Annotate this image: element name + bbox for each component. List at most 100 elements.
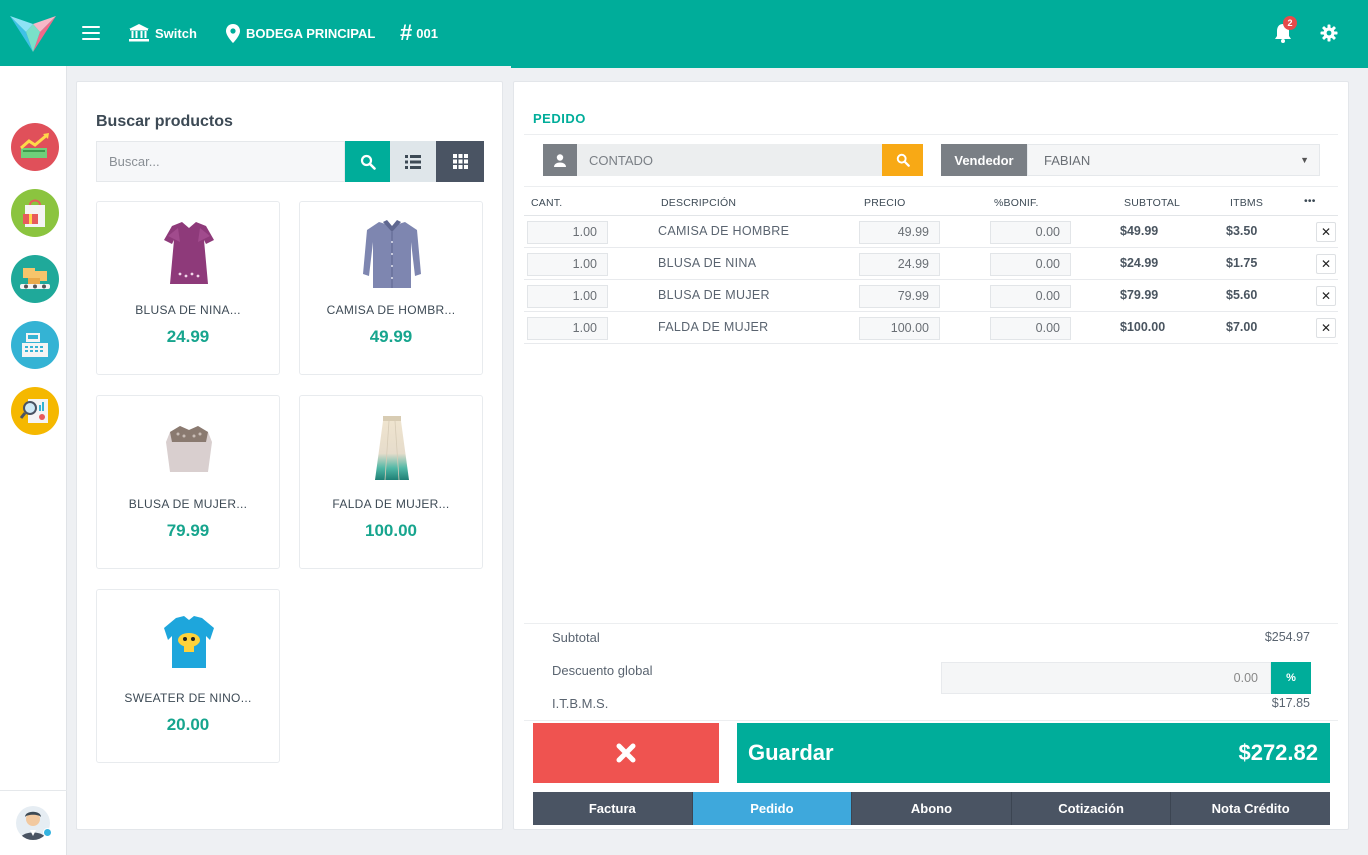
- conveyor-boxes-icon[interactable]: [11, 255, 59, 303]
- shopping-bag-icon[interactable]: [11, 189, 59, 237]
- kids-sweater-image: [164, 616, 214, 668]
- qty-input[interactable]: 1.00: [527, 285, 608, 308]
- remove-row-button[interactable]: ✕: [1316, 286, 1336, 306]
- sales-chart-icon[interactable]: [11, 123, 59, 171]
- table-row: 1.00 FALDA DE MUJER 100.00 0.00 $100.00 …: [524, 312, 1338, 344]
- order-title: PEDIDO: [533, 111, 586, 126]
- qty-input[interactable]: 1.00: [527, 253, 608, 276]
- row-description: BLUSA DE MUJER: [658, 288, 770, 302]
- discount-label: Descuento global: [552, 663, 653, 678]
- product-card[interactable]: CAMISA DE HOMBR... 49.99: [299, 201, 483, 375]
- qty-input[interactable]: 1.00: [527, 317, 608, 340]
- price-input[interactable]: 49.99: [859, 221, 940, 244]
- seller-label: Vendedor: [941, 144, 1027, 176]
- list-view-button[interactable]: [390, 141, 436, 182]
- discount-percent-button[interactable]: %: [1271, 662, 1311, 694]
- price-input[interactable]: 24.99: [859, 253, 940, 276]
- product-card[interactable]: BLUSA DE NINA... 24.99: [96, 201, 280, 375]
- product-card[interactable]: SWEATER DE NINO... 20.00: [96, 589, 280, 763]
- tab-nota-credito[interactable]: Nota Crédito: [1171, 792, 1330, 825]
- topbar-accent-line: [511, 66, 1368, 68]
- order-table-header: CANT. DESCRIPCIÓN PRECIO %BONIF. SUBTOTA…: [524, 186, 1338, 216]
- product-search-input[interactable]: [96, 141, 345, 182]
- price-input[interactable]: 100.00: [859, 317, 940, 340]
- customer-input[interactable]: [577, 144, 882, 176]
- save-label: Guardar: [748, 740, 834, 765]
- product-card[interactable]: BLUSA DE MUJER... 79.99: [96, 395, 280, 569]
- gear-icon[interactable]: [1320, 24, 1338, 42]
- report-magnifier-glyph: [19, 399, 48, 423]
- col-bonif: %BONIF.: [994, 197, 1039, 209]
- grid-view-button[interactable]: [436, 141, 484, 182]
- divider: [524, 623, 1338, 624]
- close-icon: [616, 743, 636, 763]
- cash-register-icon[interactable]: [11, 321, 59, 369]
- list-view-icon: [405, 154, 421, 169]
- product-search-button[interactable]: [345, 141, 390, 182]
- bank-icon: [129, 24, 149, 42]
- qty-input[interactable]: 1.00: [527, 221, 608, 244]
- bonif-input[interactable]: 0.00: [990, 317, 1071, 340]
- women-blouse-image: [166, 426, 212, 472]
- row-subtotal: $49.99: [1120, 224, 1159, 238]
- remove-row-button[interactable]: ✕: [1316, 318, 1336, 338]
- row-itbms: $3.50: [1226, 224, 1258, 238]
- caret-down-icon: ▼: [1300, 155, 1309, 165]
- col-actions-more-icon[interactable]: •••: [1304, 195, 1316, 207]
- bonif-input[interactable]: 0.00: [990, 221, 1071, 244]
- cancel-order-button[interactable]: [533, 723, 719, 783]
- location-selector[interactable]: BODEGA PRINCIPAL: [226, 20, 375, 46]
- remove-row-button[interactable]: ✕: [1316, 222, 1336, 242]
- row-subtotal: $79.99: [1120, 288, 1159, 302]
- product-price: 79.99: [166, 521, 210, 540]
- row-subtotal: $24.99: [1120, 256, 1159, 270]
- menu-toggle-icon[interactable]: [82, 26, 100, 40]
- sidebar-divider: [0, 790, 67, 791]
- tab-pedido[interactable]: Pedido: [692, 792, 853, 825]
- location-label: BODEGA PRINCIPAL: [246, 25, 376, 41]
- remove-row-button[interactable]: ✕: [1316, 254, 1336, 274]
- switch-button[interactable]: Switch: [129, 20, 197, 46]
- app-logo-icon[interactable]: [8, 12, 58, 54]
- document-type-tabs: Factura Pedido Abono Cotización Nota Cré…: [533, 792, 1330, 825]
- user-icon: [554, 153, 566, 167]
- search-icon: [896, 153, 910, 167]
- seller-select[interactable]: FABIAN ▼: [1027, 144, 1320, 176]
- col-qty: CANT.: [531, 197, 563, 209]
- close-icon: ✕: [1320, 257, 1332, 271]
- product-price: 49.99: [369, 327, 413, 346]
- save-order-button[interactable]: Guardar $272.82: [737, 723, 1330, 783]
- product-card[interactable]: FALDA DE MUJER... 100.00: [299, 395, 483, 569]
- register-selector[interactable]: # 001: [400, 20, 438, 46]
- cash-register-glyph: [22, 333, 48, 357]
- tab-cotizacion[interactable]: Cotización: [1011, 792, 1172, 825]
- seller-value: FABIAN: [1044, 152, 1091, 168]
- tab-factura[interactable]: Factura: [533, 792, 693, 825]
- table-row: 1.00 BLUSA DE NINA 24.99 0.00 $24.99 $1.…: [524, 248, 1338, 280]
- tab-abono[interactable]: Abono: [852, 792, 1012, 825]
- women-skirt-image: [375, 416, 409, 481]
- product-price: 24.99: [166, 327, 210, 346]
- table-row: 1.00 CAMISA DE HOMBRE 49.99 0.00 $49.99 …: [524, 216, 1338, 248]
- conveyor-boxes-glyph: [20, 268, 50, 289]
- bonif-input[interactable]: 0.00: [990, 285, 1071, 308]
- row-subtotal: $100.00: [1120, 320, 1166, 334]
- col-itbms: ITBMS: [1230, 197, 1264, 209]
- left-sidebar: [0, 66, 67, 855]
- report-magnifier-icon[interactable]: [11, 387, 59, 435]
- product-price: 20.00: [166, 715, 210, 734]
- divider: [524, 134, 1338, 135]
- col-description: DESCRIPCIÓN: [661, 197, 737, 209]
- product-name: BLUSA DE MUJER...: [128, 497, 248, 511]
- col-price: PRECIO: [864, 197, 906, 209]
- table-row: 1.00 BLUSA DE MUJER 79.99 0.00 $79.99 $5…: [524, 280, 1338, 312]
- customer-search-button[interactable]: [882, 144, 923, 176]
- global-discount-input[interactable]: 0.00: [941, 662, 1271, 694]
- order-panel: PEDIDO Vendedor FABIAN ▼ CANT. DESCRIPCI…: [513, 81, 1349, 830]
- price-input[interactable]: 79.99: [859, 285, 940, 308]
- product-name: SWEATER DE NINO...: [124, 691, 252, 705]
- grid-view-icon: [452, 154, 468, 169]
- map-pin-icon: [226, 23, 240, 43]
- bonif-input[interactable]: 0.00: [990, 253, 1071, 276]
- itbms-label: I.T.B.M.S.: [552, 696, 609, 711]
